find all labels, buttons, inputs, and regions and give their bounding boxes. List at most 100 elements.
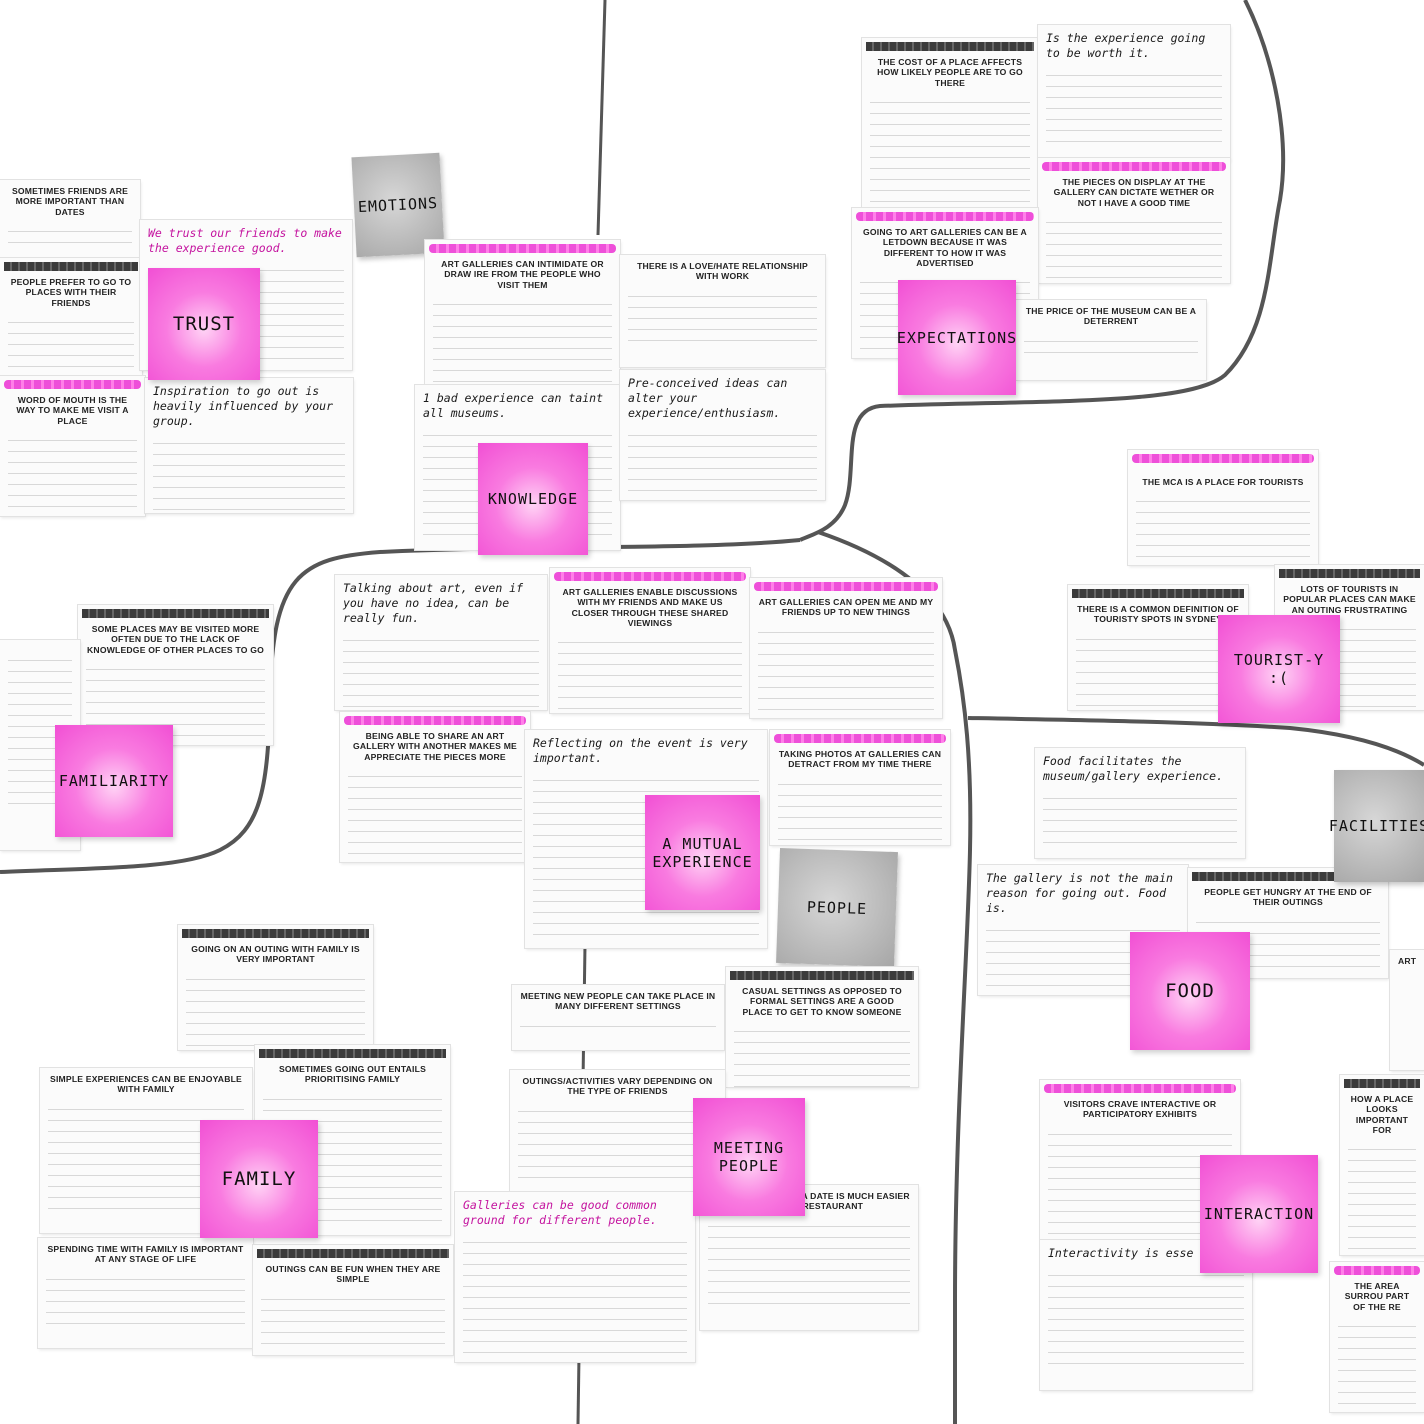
insight-card: Pre-conceived ideas can alter your exper… — [620, 370, 825, 500]
card-title: THERE IS A LOVE/HATE RELATIONSHIP WITH W… — [637, 261, 808, 282]
card-notes — [46, 1272, 245, 1331]
card-notes — [778, 777, 942, 841]
card-notes — [186, 972, 365, 1046]
theme-note-facilities: FACILITIES — [1329, 770, 1424, 882]
insight-card: OUTINGS CAN BE FUN WHEN THEY ARE SIMPLE — [253, 1245, 453, 1355]
card-title: OUTINGS/ACTIVITIES VARY DEPENDING ON THE… — [522, 1076, 713, 1097]
card-handwriting: Talking about art, even if you have no i… — [343, 581, 524, 625]
card-handwriting: Galleries can be good common ground for … — [463, 1198, 657, 1227]
card-title: SPENDING TIME WITH FAMILY IS IMPORTANT A… — [47, 1244, 244, 1265]
card-notes — [1076, 632, 1240, 706]
card-title: THE AREA SURROU PART OF THE RE — [1344, 1281, 1410, 1312]
highlight-bar — [554, 572, 746, 581]
theme-note-food: FOOD — [1130, 932, 1250, 1050]
insight-card: GOING ON AN OUTING WITH FAMILY IS VERY I… — [178, 925, 373, 1050]
card-notes — [628, 289, 817, 350]
card-notes — [1338, 1319, 1416, 1412]
card-title: HOW A PLACE LOOKS IMPORTANT FOR — [1350, 1094, 1414, 1135]
theme-label: MEETING PEOPLE — [713, 1139, 785, 1175]
insight-card: Inspiration to go out is heavily influen… — [145, 378, 353, 513]
card-notes — [1348, 1143, 1416, 1255]
card-handwriting: Food facilitates the museum/gallery expe… — [1043, 754, 1224, 783]
card-title: THERE IS A COMMON DEFINITION OF TOURISTY… — [1077, 604, 1239, 625]
card-notes — [518, 1104, 717, 1178]
highlight-bar — [1132, 454, 1314, 463]
marker-bar — [866, 42, 1034, 51]
theme-note-mutual-experience: A MUTUAL EXPERIENCE — [645, 795, 760, 910]
insight-card: ART GALLERIES ENABLE DISCUSSIONS WITH MY… — [550, 568, 750, 713]
insight-card: THE MCA IS A PLACE FOR TOURISTS — [1128, 450, 1318, 565]
card-notes — [1043, 791, 1237, 850]
card-handwriting: We trust our friends to make the experie… — [148, 226, 342, 255]
card-notes — [628, 428, 817, 500]
insight-card: Food facilitates the museum/gallery expe… — [1035, 748, 1245, 858]
card-title: ART — [1398, 956, 1417, 966]
theme-label: FOOD — [1165, 980, 1215, 1002]
card-notes — [558, 636, 742, 713]
card-title: SOME PLACES MAY BE VISITED MORE OFTEN DU… — [87, 624, 264, 655]
theme-label: EMOTIONS — [357, 193, 439, 217]
highlight-bar — [754, 582, 938, 591]
card-title: GOING ON AN OUTING WITH FAMILY IS VERY I… — [191, 944, 360, 965]
marker-bar — [259, 1049, 446, 1058]
card-handwriting: Is the experience going to be worth it. — [1046, 31, 1206, 60]
card-title: OUTINGS CAN BE FUN WHEN THEY ARE SIMPLE — [265, 1264, 441, 1285]
insight-card: PEOPLE PREFER TO GO TO PLACES WITH THEIR… — [0, 258, 142, 378]
card-title: ART GALLERIES CAN OPEN ME AND MY FRIENDS… — [758, 597, 934, 618]
insight-card: THE AREA SURROU PART OF THE RE — [1330, 1262, 1424, 1412]
insight-card: WORD OF MOUTH IS THE WAY TO MAKE ME VISI… — [0, 376, 145, 516]
marker-bar — [82, 609, 269, 618]
highlight-bar — [429, 244, 616, 253]
insight-card: ART GALLERIES CAN OPEN ME AND MY FRIENDS… — [750, 578, 942, 718]
card-title: THE COST OF A PLACE AFFECTS HOW LIKELY P… — [877, 57, 1023, 88]
card-title: THE PRICE OF THE MUSEUM CAN BE A DETERRE… — [1025, 306, 1197, 327]
card-handwriting: Inspiration to go out is heavily influen… — [153, 384, 334, 428]
insight-card: Is the experience going to be worth it. — [1038, 25, 1230, 160]
marker-bar — [1072, 589, 1244, 598]
card-notes — [8, 315, 134, 378]
card-notes — [708, 1219, 910, 1313]
affinity-board: SOMETIMES FRIENDS ARE MORE IMPORTANT THA… — [0, 0, 1424, 1424]
insight-card: CASUAL SETTINGS AS OPPOSED TO FORMAL SET… — [726, 967, 918, 1087]
theme-label: EXPECTATIONS — [896, 328, 1018, 347]
card-notes — [1136, 495, 1310, 559]
cluster-line-top-vertical — [596, 0, 607, 236]
card-title: SOMETIMES GOING OUT ENTAILS PRIORITISING… — [278, 1064, 427, 1085]
marker-bar — [182, 929, 369, 938]
card-title: SOMETIMES FRIENDS ARE MORE IMPORTANT THA… — [11, 186, 129, 217]
theme-note-family: FAMILY — [200, 1120, 318, 1238]
theme-label: TOURIST-Y :( — [1233, 651, 1325, 687]
insight-card: BEING ABLE TO SHARE AN ART GALLERY WITH … — [340, 712, 530, 862]
card-handwriting: 1 bad experience can taint all museums. — [423, 391, 604, 420]
theme-label: FAMILIARITY — [58, 772, 170, 790]
theme-note-interaction: INTERACTION — [1200, 1155, 1318, 1273]
theme-note-familiarity: FAMILIARITY — [55, 725, 173, 837]
theme-note-expectations: EXPECTATIONS — [896, 280, 1018, 395]
card-title: VISITORS CRAVE INTERACTIVE OR PARTICIPAT… — [1063, 1099, 1217, 1120]
theme-note-people: PEOPLE — [776, 847, 898, 968]
card-title: BEING ABLE TO SHARE AN ART GALLERY WITH … — [353, 731, 517, 762]
marker-bar — [257, 1249, 449, 1258]
card-title: PEOPLE GET HUNGRY AT THE END OF THEIR OU… — [1204, 887, 1372, 908]
theme-label: TRUST — [172, 313, 236, 335]
theme-label: KNOWLEDGE — [487, 490, 579, 508]
insight-card: SOMETIMES FRIENDS ARE MORE IMPORTANT THA… — [0, 180, 140, 260]
card-title: THE MCA IS A PLACE FOR TOURISTS — [1142, 477, 1304, 487]
card-notes — [433, 297, 612, 388]
card-handwriting: Reflecting on the event is very importan… — [533, 736, 748, 765]
insight-card: SPENDING TIME WITH FAMILY IS IMPORTANT A… — [38, 1238, 253, 1348]
insight-card: ART — [1390, 950, 1424, 1070]
insight-card: TAKING PHOTOS AT GALLERIES CAN DETRACT F… — [770, 730, 950, 845]
card-title: ART GALLERIES CAN INTIMIDATE OR DRAW IRE… — [441, 259, 604, 290]
card-notes — [343, 633, 539, 710]
theme-note-knowledge: KNOWLEDGE — [478, 443, 588, 555]
card-notes — [1046, 68, 1222, 152]
insight-card: SOME PLACES MAY BE VISITED MORE OFTEN DU… — [78, 605, 273, 745]
marker-bar — [730, 971, 914, 980]
highlight-bar — [1334, 1266, 1420, 1275]
theme-label: INTERACTION — [1203, 1205, 1315, 1223]
highlight-bar — [1042, 162, 1226, 171]
theme-note-touristy: TOURIST-Y :( — [1218, 615, 1340, 723]
card-notes — [870, 95, 1030, 208]
card-title: MEETING NEW PEOPLE CAN TAKE PLACE IN MAN… — [520, 991, 716, 1012]
